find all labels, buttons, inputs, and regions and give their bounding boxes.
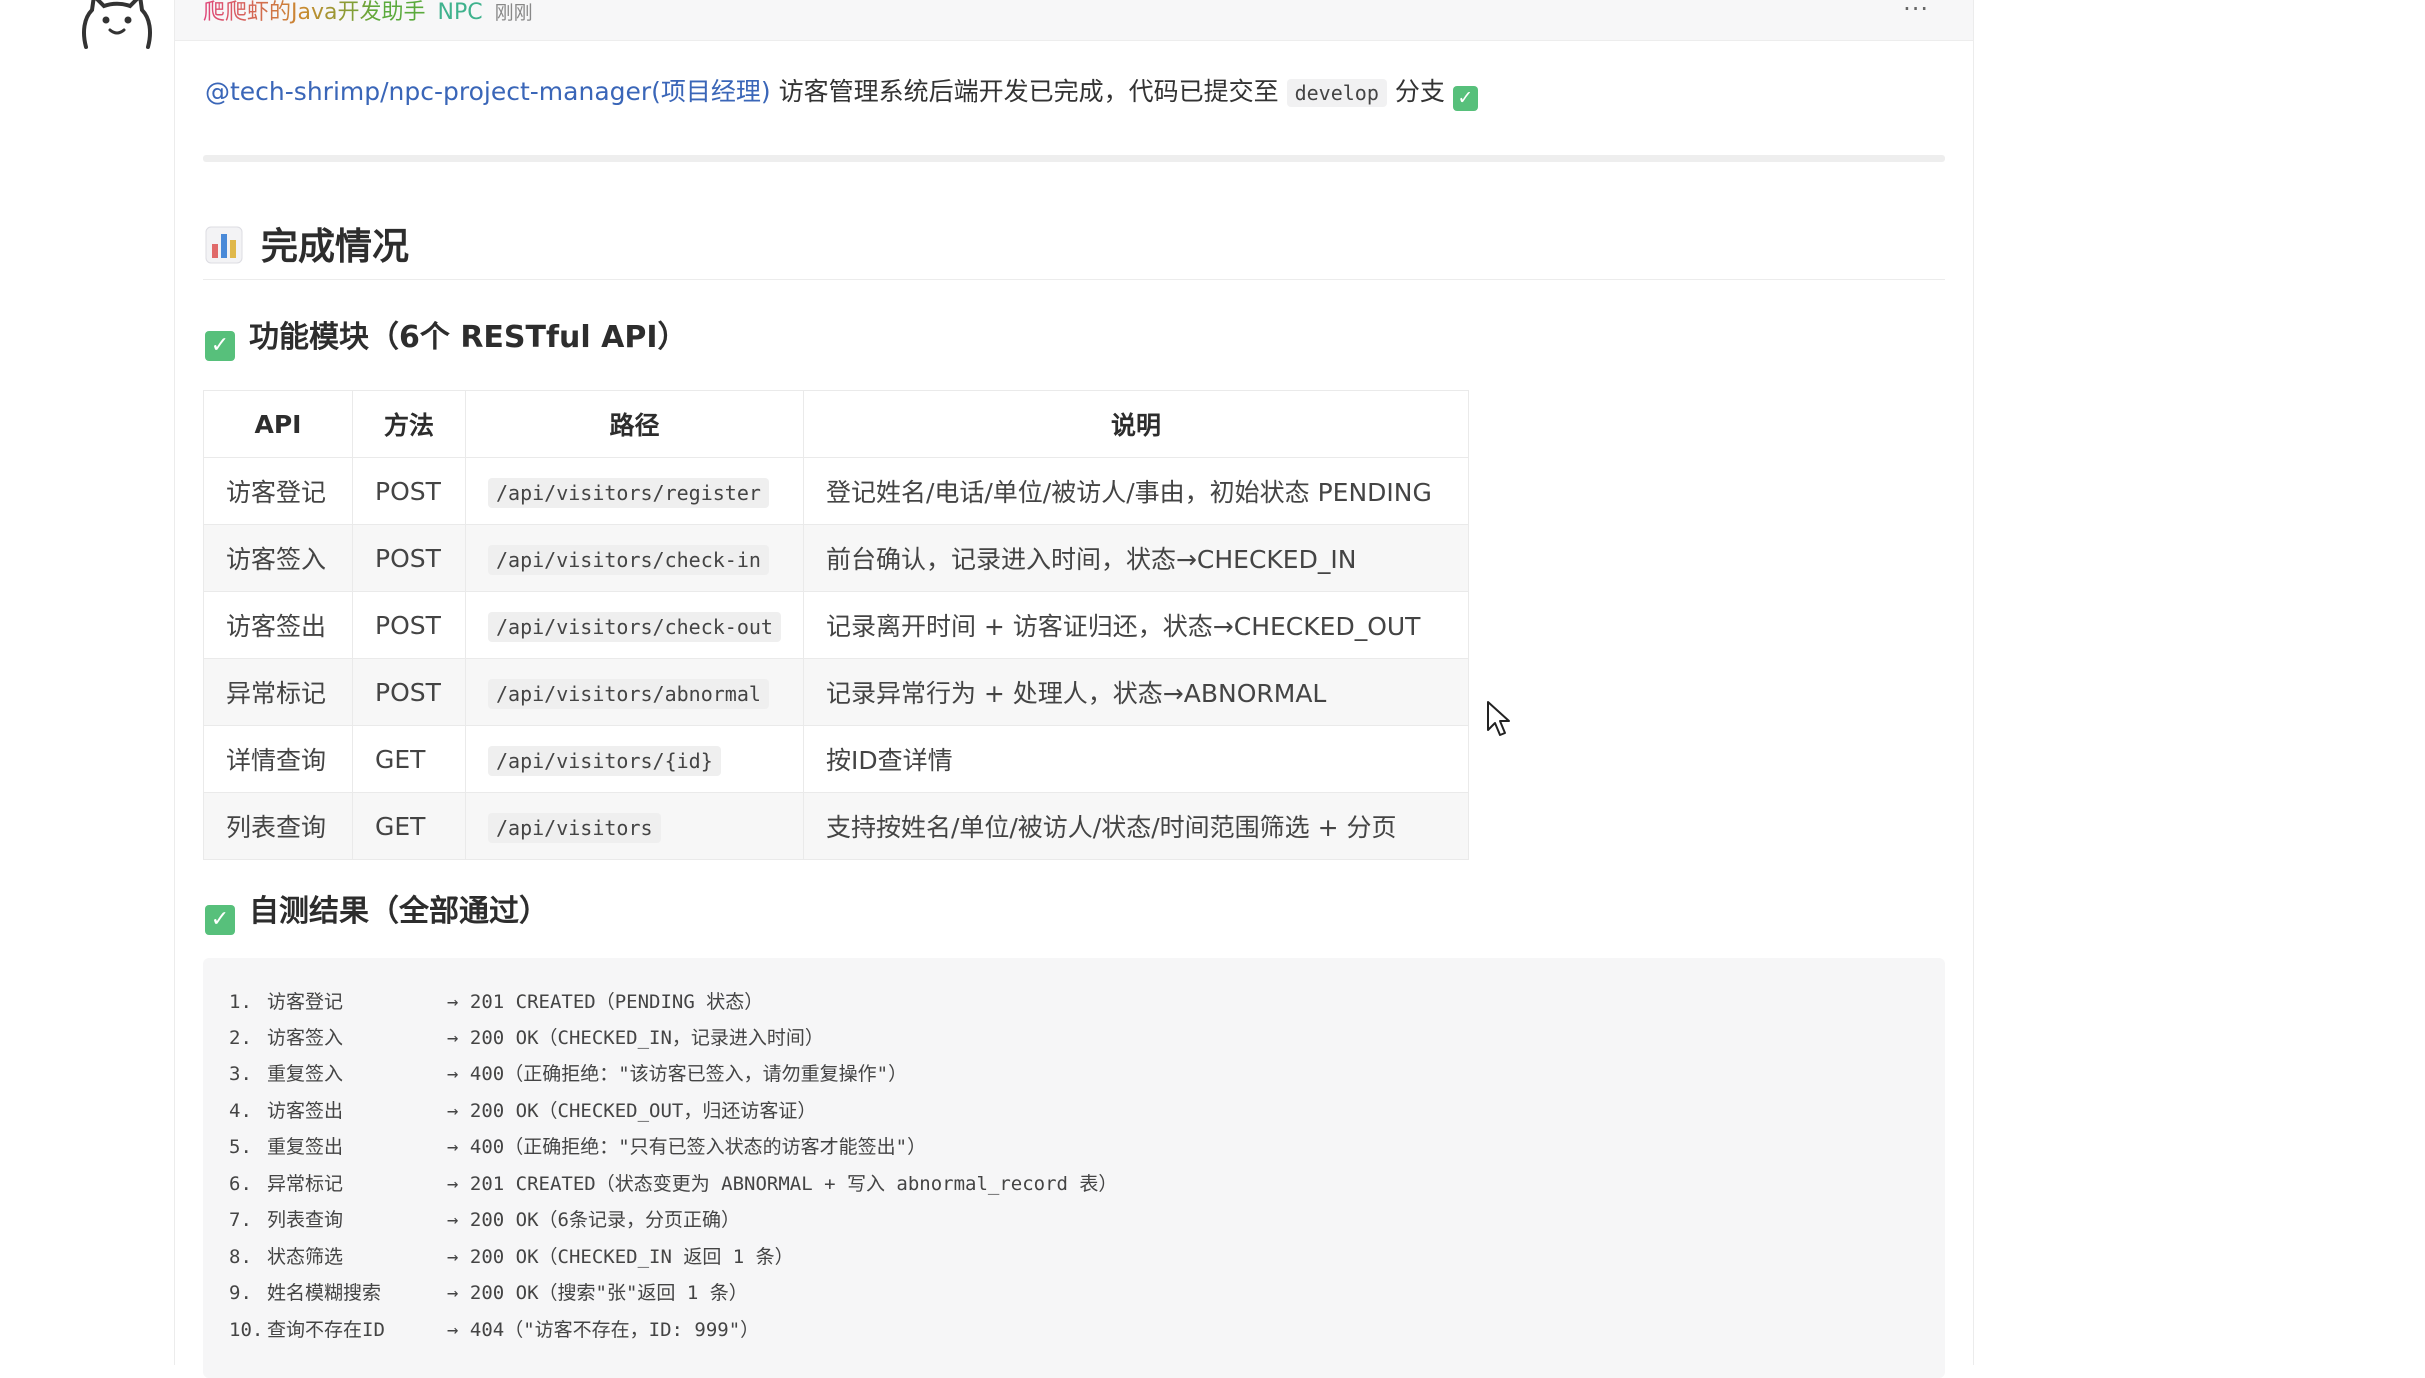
branch-code: develop [1286,79,1387,107]
api-method: POST [352,457,466,525]
table-header-row: API 方法 路径 说明 [203,390,1469,458]
api-method: POST [352,524,466,592]
api-method: POST [352,591,466,659]
section-rule [203,279,1945,280]
test-line: 2. 访客签入 → 200 OK（CHECKED_IN，记录进入时间） [229,1027,824,1049]
api-description: 记录异常行为 + 处理人，状态→ABNORMAL [802,658,1469,726]
col-description: 说明 [802,390,1469,458]
api-description: 支持按姓名/单位/被访人/状态/时间范围筛选 + 分页 [802,792,1469,860]
api-name: 异常标记 [203,658,353,726]
api-method: GET [352,725,466,793]
section-title-text: 完成情况 [261,225,409,268]
col-api: API [203,390,353,458]
bar-chart-icon [205,226,243,264]
api-path: /api/visitors/check-out [488,611,781,642]
test-line: 8. 状态筛选 → 200 OK（CHECKED_IN 返回 1 条） [229,1246,794,1268]
npc-badge: NPC [437,0,483,25]
api-description: 前台确认，记录进入时间，状态→CHECKED_IN [802,524,1469,592]
api-name: 列表查询 [203,792,353,860]
api-description: 记录离开时间 + 访客证归还，状态→CHECKED_OUT [802,591,1469,659]
api-name: 访客签出 [203,591,353,659]
test-line: 3. 重复签入 → 400（正确拒绝："该访客已签入，请勿重复操作"） [229,1063,908,1085]
sender-line: 爬爬虾的Java开发助手 NPC 刚刚 [203,0,533,26]
api-path: /api/visitors/abnormal [488,678,769,709]
api-name: 访客登记 [203,457,353,525]
message-time: 刚刚 [494,2,533,24]
api-path: /api/visitors/register [488,477,769,508]
table-row: 详情查询 GET /api/visitors/{id} 按ID查详情 [203,725,1469,793]
table-row: 访客登记 POST /api/visitors/register 登记姓名/电话… [203,457,1469,525]
api-path: /api/visitors/{id} [488,745,721,776]
api-name: 详情查询 [203,725,353,793]
api-description: 登记姓名/电话/单位/被访人/事由，初始状态 PENDING [802,457,1469,525]
mouse-cursor-icon [1487,701,1510,736]
intro-suffix: 分支 [1386,77,1453,106]
test-line: 1. 访客登记 → 201 CREATED（PENDING 状态） [229,991,764,1013]
table-row: 访客签出 POST /api/visitors/check-out 记录离开时间… [203,591,1469,659]
mention-link[interactable]: @tech-shrimp/npc-project-manager(项目经理) [205,77,771,106]
modules-heading-text: 功能模块（6个 RESTful API） [249,320,688,355]
intro-text: 访客管理系统后端开发已完成，代码已提交至 [770,77,1287,106]
table-row: 异常标记 POST /api/visitors/abnormal 记录异常行为 … [203,658,1469,726]
col-method: 方法 [352,390,466,458]
more-options-icon[interactable]: ··· [1903,0,1929,24]
check-icon: ✓ [1452,86,1478,111]
test-line: 7. 列表查询 → 200 OK（6条记录，分页正确） [229,1209,740,1231]
api-name: 访客签入 [203,524,353,592]
table-row: 列表查询 GET /api/visitors 支持按姓名/单位/被访人/状态/时… [203,792,1469,860]
api-method: GET [352,792,466,860]
api-method: POST [352,658,466,726]
bot-avatar-icon[interactable] [72,0,162,52]
section-title: 完成情况 [205,222,409,272]
api-description: 按ID查详情 [802,725,1469,793]
check-icon: ✓ [205,905,235,935]
test-results-codeblock: 1. 访客登记 → 201 CREATED（PENDING 状态） 2. 访客签入 → … [203,958,1945,1378]
test-line: 10. 查询不存在ID → 404（"访客不存在，ID: 999"） [229,1319,760,1341]
message-header: 爬爬虾的Java开发助手 NPC 刚刚 ··· [175,0,1973,41]
chat-message-card: 爬爬虾的Java开发助手 NPC 刚刚 ··· @tech-shrimp/npc-p… [174,0,1974,1378]
col-path: 路径 [465,390,804,458]
table-row: 访客签入 POST /api/visitors/check-in 前台确认，记录… [203,524,1469,592]
divider [203,155,1945,162]
api-path: /api/visitors [488,812,661,843]
sender-name[interactable]: 爬爬虾的Java开发助手 [203,0,425,25]
api-table: API 方法 路径 说明 访客登记 POST /api/visitors/reg… [203,390,1469,860]
tests-heading: ✓ 自测结果（全部通过） [205,892,549,935]
test-line: 4. 访客签出 → 200 OK（CHECKED_OUT，归还访客证） [229,1100,817,1122]
api-path: /api/visitors/check-in [488,544,769,575]
test-line: 5. 重复签出 → 400（正确拒绝："只有已签入状态的访客才能签出"） [229,1136,927,1158]
test-line: 9. 姓名模糊搜索 → 200 OK（搜索"张"返回 1 条） [229,1282,748,1304]
test-line: 6. 异常标记 → 201 CREATED（状态变更为 ABNORMAL + 写入 … [229,1173,1118,1195]
modules-heading: ✓ 功能模块（6个 RESTful API） [205,318,688,361]
message-intro: @tech-shrimp/npc-project-manager(项目经理) 访… [205,74,1478,111]
tests-heading-text: 自测结果（全部通过） [249,894,549,929]
check-icon: ✓ [205,331,235,361]
